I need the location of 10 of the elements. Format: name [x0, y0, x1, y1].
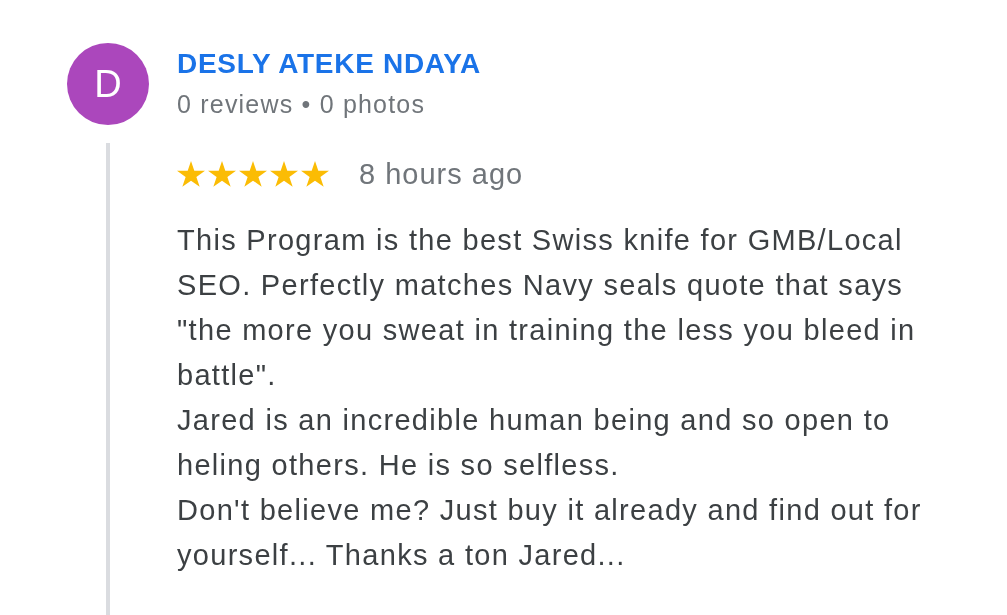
review-text: This Program is the best Swiss knife for GMB/Local SEO. Perfectly matches Navy seals quote that says "the more you sweat in training the less you bleed in battle". Jared is an incredible human being and so open to heling others. He is so selfless. Don't believe me? Just buy it already and find out for yourself... Thanks a ton Jared...	[177, 223, 923, 573]
star-icon	[301, 160, 329, 188]
star-icon	[270, 160, 298, 188]
star-icon	[239, 160, 267, 188]
review-time: 8 hours ago	[359, 158, 524, 190]
reviewer-stats: 0 reviews • 0 photos	[177, 89, 427, 120]
avatar: D	[67, 43, 149, 125]
star-icon	[208, 160, 236, 188]
star-icon	[177, 160, 205, 188]
reviewer-name-link[interactable]: DESLY ATEKE NDAYA	[177, 46, 481, 82]
